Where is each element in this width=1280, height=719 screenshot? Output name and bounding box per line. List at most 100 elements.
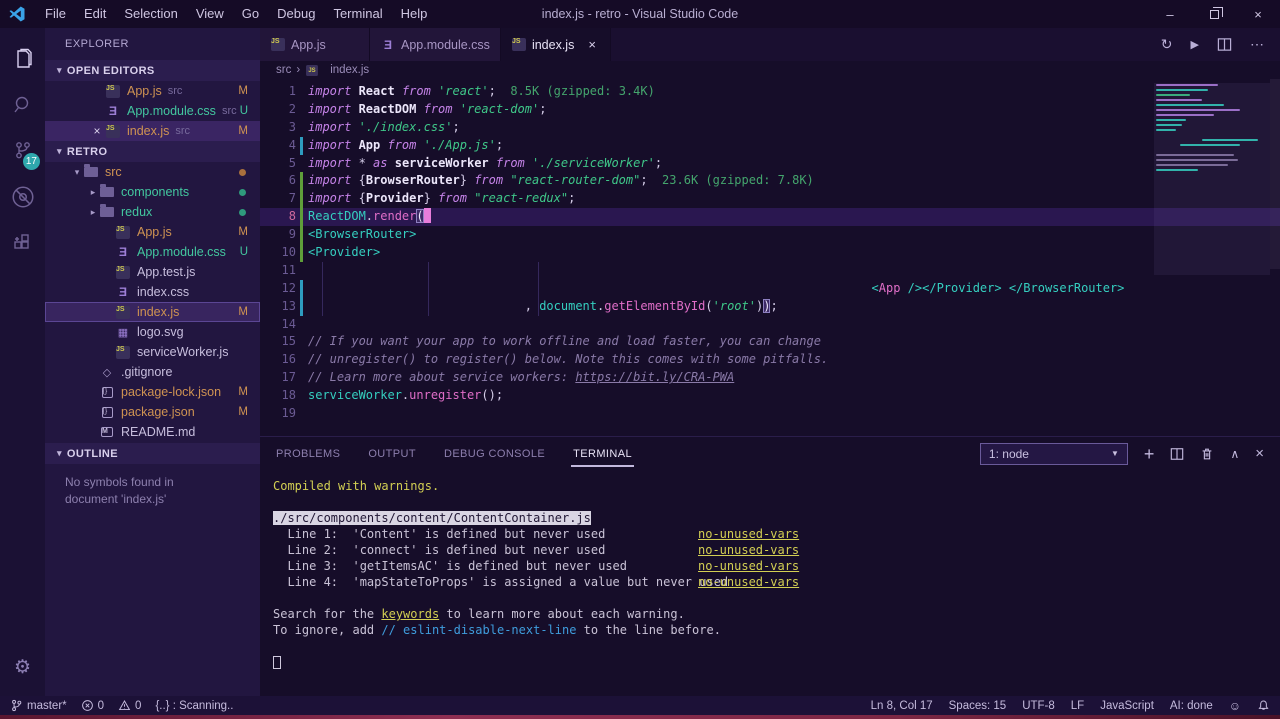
explorer-icon[interactable] xyxy=(0,36,45,82)
explorer-sidebar: EXPLORER ▾ OPEN EDITORS JSApp.jssrcMƎApp… xyxy=(45,28,260,696)
status-javascript[interactable]: JavaScript xyxy=(1100,700,1154,712)
gutter-add-indicator xyxy=(296,208,308,226)
terminal-output[interactable]: Compiled with warnings../src/components/… xyxy=(260,470,1280,696)
tree-item-components[interactable]: ▸components xyxy=(45,182,260,202)
tree-item-logo-svg[interactable]: ▦logo.svg xyxy=(45,322,260,342)
tab-label: App.js xyxy=(291,38,326,52)
split-editor-icon[interactable] xyxy=(1217,37,1232,52)
open-editors-header[interactable]: ▾ OPEN EDITORS xyxy=(45,60,260,81)
panel-tab-output[interactable]: OUTPUT xyxy=(366,442,418,466)
tree-item-package-json[interactable]: {}package.jsonM xyxy=(45,402,260,422)
new-terminal-icon[interactable]: + xyxy=(1144,445,1155,463)
terminal-text: Line 2: 'connect' is defined but never u… xyxy=(273,543,605,557)
svg-file-icon: ▦ xyxy=(115,325,131,340)
tree-item-app-test-js[interactable]: JSApp.test.js xyxy=(45,262,260,282)
split-terminal-icon[interactable] xyxy=(1170,447,1184,461)
tree-item-serviceworker-js[interactable]: JSserviceWorker.js xyxy=(45,342,260,362)
panel-tab-terminal[interactable]: TERMINAL xyxy=(571,442,634,466)
status-spaces-15[interactable]: Spaces: 15 xyxy=(949,700,1007,712)
chevron-down-icon: ▾ xyxy=(57,65,62,76)
tab-app-module-css[interactable]: ƎApp.module.css xyxy=(370,28,501,61)
twistie-icon[interactable]: ▾ xyxy=(71,167,83,178)
menu-go[interactable]: Go xyxy=(233,0,268,28)
gutter-add-indicator xyxy=(296,244,308,262)
source-control-icon[interactable]: 17 xyxy=(0,128,45,174)
editor-scrollbar[interactable] xyxy=(1270,79,1280,269)
menu-help[interactable]: Help xyxy=(392,0,437,28)
tree-item--gitignore[interactable]: ◇.gitignore xyxy=(45,362,260,382)
tree-item-index-js[interactable]: JSindex.jsM xyxy=(45,302,260,322)
folder-retro-header[interactable]: ▾ RETRO xyxy=(45,141,260,162)
breadcrumb[interactable]: src › JS index.js xyxy=(260,61,1280,79)
open-editor-item[interactable]: ƎApp.module.csssrcU xyxy=(45,101,260,121)
status-utf-8[interactable]: UTF-8 xyxy=(1022,700,1055,712)
keywords-link[interactable]: keywords xyxy=(381,607,439,621)
settings-gear-icon[interactable]: ⚙ xyxy=(0,644,45,690)
file-name: package.json xyxy=(121,405,195,419)
menu-view[interactable]: View xyxy=(187,0,233,28)
gutter-add-indicator xyxy=(296,172,308,190)
panel-tabs: PROBLEMS OUTPUT DEBUG CONSOLE TERMINAL xyxy=(274,442,658,466)
sync-changes-icon[interactable]: ↻ xyxy=(1161,36,1173,53)
status-0[interactable]: 0 xyxy=(81,699,104,712)
tree-item-package-lock-json[interactable]: {}package-lock.jsonM xyxy=(45,382,260,402)
menu-selection[interactable]: Selection xyxy=(115,0,186,28)
gutter-spacer xyxy=(296,387,308,405)
tree-item-readme-md[interactable]: MREADME.md xyxy=(45,422,260,442)
search-icon[interactable] xyxy=(0,82,45,128)
eslint-rule-link[interactable]: no-unused-vars xyxy=(698,526,799,542)
status--scanning-[interactable]: {..} : Scanning.. xyxy=(155,700,233,712)
tree-item-redux[interactable]: ▸redux xyxy=(45,202,260,222)
kill-terminal-trash-icon[interactable] xyxy=(1200,447,1214,461)
folder-icon xyxy=(99,205,115,220)
code-editor[interactable]: 1import React from 'react'; 8.5K (gzippe… xyxy=(260,79,1280,436)
menu-terminal[interactable]: Terminal xyxy=(324,0,391,28)
status-master-[interactable]: master* xyxy=(10,699,67,712)
status-0[interactable]: 0 xyxy=(118,699,141,712)
tree-item-index-css[interactable]: Ǝindex.css xyxy=(45,282,260,302)
debug-icon[interactable] xyxy=(0,174,45,220)
file-name: README.md xyxy=(121,425,195,439)
close-button[interactable]: × xyxy=(1236,0,1280,28)
maximize-panel-icon[interactable]: ∧ xyxy=(1230,448,1239,460)
status-bar: master* 0 0 {..} : Scanning.. Ln 8, Col 17 S… xyxy=(0,696,1280,715)
eslint-rule-link[interactable]: no-unused-vars xyxy=(698,558,799,574)
menu-file[interactable]: File xyxy=(36,0,75,28)
terminal-text: Line 3: 'getItemsAC' is defined but neve… xyxy=(273,559,627,573)
restore-button[interactable] xyxy=(1192,0,1236,28)
menu-edit[interactable]: Edit xyxy=(75,0,115,28)
tree-item-app-js[interactable]: JSApp.jsM xyxy=(45,222,260,242)
eslint-rule-link[interactable]: no-unused-vars xyxy=(698,574,799,590)
status-ln-8-col-17[interactable]: Ln 8, Col 17 xyxy=(871,700,933,712)
status-lf[interactable]: LF xyxy=(1071,700,1084,712)
menu-debug[interactable]: Debug xyxy=(268,0,324,28)
tab-app-js[interactable]: JSApp.js xyxy=(260,28,370,61)
status-bell[interactable] xyxy=(1257,699,1270,712)
twistie-icon[interactable]: ▸ xyxy=(87,187,99,198)
gutter-spacer xyxy=(296,405,308,423)
tree-item-app-module-css[interactable]: ƎApp.module.cssU xyxy=(45,242,260,262)
outline-header[interactable]: ▾ OUTLINE xyxy=(45,443,260,464)
panel-tab-debug-console[interactable]: DEBUG CONSOLE xyxy=(442,442,547,466)
twistie-icon[interactable]: ▸ xyxy=(87,207,99,218)
eslint-rule-link[interactable]: no-unused-vars xyxy=(698,542,799,558)
minimize-button[interactable]: – xyxy=(1148,0,1192,28)
run-play-icon[interactable]: ▶ xyxy=(1191,38,1199,51)
more-actions-icon[interactable]: ⋯ xyxy=(1250,36,1264,53)
status-smiley[interactable]: ☺ xyxy=(1229,699,1241,713)
close-panel-icon[interactable]: × xyxy=(1255,446,1264,461)
close-tab-icon[interactable]: × xyxy=(588,37,596,52)
git-status-badge: M xyxy=(238,85,248,97)
close-editor-icon[interactable]: × xyxy=(89,124,105,138)
status-ai-done[interactable]: AI: done xyxy=(1170,700,1213,712)
tab-index-js[interactable]: JSindex.js× xyxy=(501,28,611,61)
terminal-text: to the line before. xyxy=(576,623,721,637)
panel-tab-problems[interactable]: PROBLEMS xyxy=(274,442,342,466)
open-editor-item[interactable]: ×JSindex.jssrcM xyxy=(45,121,260,141)
minimap[interactable] xyxy=(1156,83,1268,283)
open-editor-item[interactable]: JSApp.jssrcM xyxy=(45,81,260,101)
terminal-select[interactable]: 1: node ▼ xyxy=(980,443,1128,465)
extensions-icon[interactable] xyxy=(0,220,45,266)
git-status-badge: U xyxy=(240,246,248,258)
tree-item-src[interactable]: ▾src xyxy=(45,162,260,182)
